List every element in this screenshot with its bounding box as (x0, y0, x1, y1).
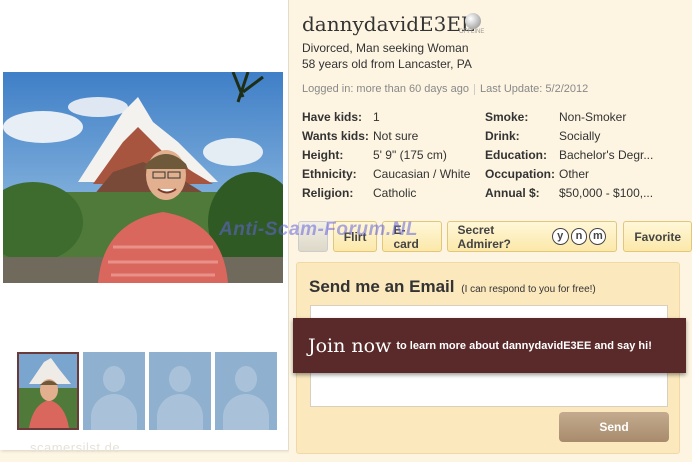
silhouette-icon (103, 366, 125, 392)
main-profile-photo[interactable] (3, 72, 283, 283)
thumbnail-photo-1[interactable] (17, 352, 79, 430)
offline-status-icon (465, 13, 481, 29)
send-button[interactable]: Send (559, 412, 669, 442)
secret-admirer-no[interactable]: n (570, 228, 588, 245)
last-login: Logged in: more than 60 days ago (302, 83, 469, 95)
meta-divider (473, 83, 475, 95)
headline-age-location: 58 years old from Lancaster, PA (302, 57, 472, 71)
secret-admirer-label: Secret Admirer? (457, 222, 511, 251)
profile-username: dannydavidE3EE (302, 12, 476, 36)
email-subheading: (I can respond to you for free!) (461, 284, 596, 295)
secret-admirer-button[interactable]: Secret Admirer? y n m (446, 221, 618, 252)
profile-headline: Divorced, Man seeking Woman 58 years old… (302, 40, 472, 72)
silhouette-icon (235, 366, 257, 392)
photo-thumbnails (17, 352, 277, 430)
email-heading: Send me an Email (I can respond to you f… (309, 277, 596, 296)
secret-admirer-maybe[interactable]: m (589, 228, 607, 245)
thumbnail-placeholder-3[interactable] (149, 352, 211, 430)
activity-meta: Logged in: more than 60 days ago Last Upd… (302, 83, 588, 95)
status-label: OFFLINE (459, 29, 485, 35)
watermark-bottom: scamersilst.de (30, 440, 121, 455)
silhouette-icon (169, 366, 191, 392)
secret-admirer-yes[interactable]: y (551, 228, 569, 245)
favorite-button[interactable]: Favorite (623, 221, 692, 252)
join-now-label: Join now (308, 334, 392, 357)
join-now-sublabel: to learn more about dannydavidE3EE and s… (396, 339, 652, 352)
profile-info-panel: dannydavidE3EE OFFLINE Divorced, Man see… (219, 0, 692, 462)
watermark-center: Anti-Scam-Forum.NL (219, 219, 418, 240)
thumbnail-placeholder-2[interactable] (83, 352, 145, 430)
last-update: Last Update: 5/2/2012 (479, 83, 589, 95)
headline-seeking: Divorced, Man seeking Woman (302, 41, 469, 55)
thumbnail-placeholder-4[interactable] (215, 352, 277, 430)
join-now-banner[interactable]: Join now to learn more about dannydavidE… (293, 318, 686, 373)
